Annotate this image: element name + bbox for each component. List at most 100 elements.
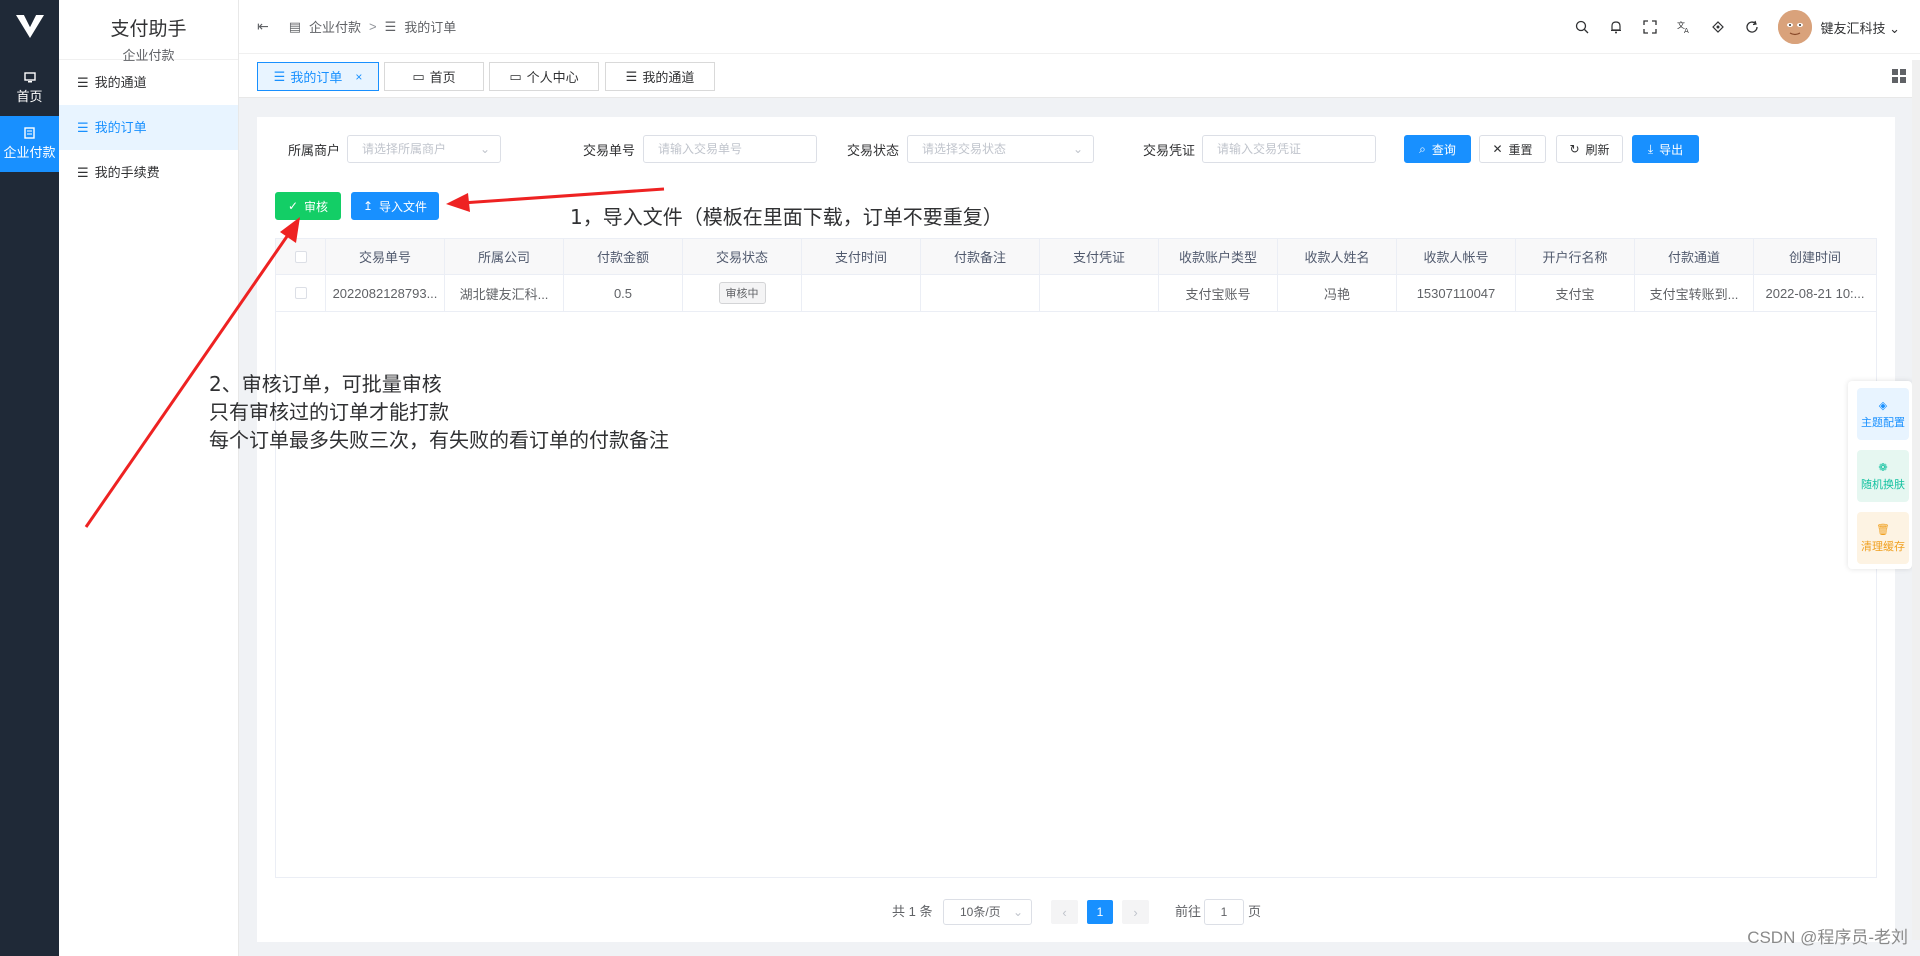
breadcrumb-item-current: 我的订单: [404, 20, 457, 35]
collapse-menu-icon[interactable]: ⇤: [257, 18, 269, 35]
select-all-checkbox[interactable]: [294, 250, 307, 263]
random-skin-button[interactable]: ❁ 随机换肤: [1857, 450, 1909, 502]
theme-config-button[interactable]: ◈ 主题配置: [1857, 388, 1909, 440]
prev-page-button[interactable]: ‹: [1051, 900, 1078, 924]
fullscreen-icon[interactable]: [1642, 19, 1658, 35]
monitor-icon: ▭: [509, 68, 522, 84]
sub-menu-header: 支付助手 企业付款: [59, 0, 238, 63]
audit-button-label: 审核: [304, 199, 329, 214]
tab-profile[interactable]: ▭ 个人中心: [489, 62, 599, 91]
page-scrollbar[interactable]: [1912, 60, 1920, 940]
floating-tools-panel: ◈ 主题配置 ❁ 随机换肤 🗑 清理缓存: [1848, 381, 1912, 569]
page-number-current[interactable]: 1: [1087, 900, 1113, 924]
row-checkbox[interactable]: [294, 287, 307, 299]
cell-pay-time: [802, 275, 921, 311]
main-nav: 首页 企业付款: [0, 0, 59, 956]
refresh-icon[interactable]: [1744, 19, 1760, 35]
status-select[interactable]: 请选择交易状态 ⌄: [907, 135, 1094, 163]
theme-brush-icon[interactable]: [1710, 19, 1726, 35]
check-icon: ✓: [287, 199, 299, 213]
filter-label-merchant: 所属商户: [288, 143, 341, 158]
import-file-button[interactable]: ↥ 导入文件: [351, 192, 439, 220]
audit-button[interactable]: ✓ 审核: [275, 192, 341, 220]
table-row[interactable]: 2022082128793... 湖北键友汇科... 0.5 审核中 支付宝账号…: [276, 275, 1876, 312]
chevron-down-icon: ⌄: [1072, 142, 1083, 156]
top-header: ⇤ ▤ 企业付款 > ☰ 我的订单 文A 键友汇科技 ⌄: [239, 0, 1920, 54]
status-badge: 审核中: [718, 282, 766, 304]
column-header: 收款人姓名: [1278, 239, 1397, 274]
cell-account-type: 支付宝账号: [1159, 275, 1278, 311]
search-icon[interactable]: [1574, 19, 1590, 35]
page-size-select[interactable]: 10条/页 ⌄: [943, 899, 1032, 925]
list-icon: ☰: [625, 68, 638, 84]
cell-voucher: [1040, 275, 1159, 311]
import-button-label: 导入文件: [379, 199, 428, 214]
download-icon: ⤓: [1647, 141, 1654, 156]
upload-icon: ↥: [362, 199, 374, 213]
breadcrumb-item[interactable]: 企业付款: [309, 17, 361, 36]
annotation-audit-note-2: 只有审核过的订单才能打款: [209, 400, 449, 424]
bell-icon[interactable]: [1608, 19, 1624, 35]
grid-icon[interactable]: [1892, 69, 1906, 86]
close-icon[interactable]: ×: [355, 70, 362, 84]
app-logo[interactable]: [0, 0, 59, 52]
annotation-audit-note-1: 2、审核订单，可批量审核: [209, 372, 442, 396]
search-button-label: 查询: [1431, 142, 1456, 157]
cell-payee-name: 冯艳: [1278, 275, 1397, 311]
monitor-icon: ▭: [412, 68, 425, 84]
order-no-input[interactable]: 请输入交易单号: [643, 135, 817, 163]
username-dropdown[interactable]: 键友汇科技 ⌄: [1820, 18, 1900, 37]
goto-page-input[interactable]: 1: [1204, 899, 1244, 925]
sub-item-fees[interactable]: ☰ 我的手续费: [59, 150, 238, 195]
sub-item-channels[interactable]: ☰ 我的通道: [59, 60, 238, 105]
export-button[interactable]: ⤓ 导出: [1632, 135, 1699, 163]
sub-item-orders[interactable]: ☰ 我的订单: [59, 105, 238, 150]
annotation-audit-note-3: 每个订单最多失败三次，有失败的看订单的付款备注: [209, 428, 669, 452]
clear-cache-button[interactable]: 🗑 清理缓存: [1857, 512, 1909, 564]
column-header: 支付凭证: [1040, 239, 1159, 274]
merchant-select[interactable]: 请选择所属商户 ⌄: [347, 135, 501, 163]
next-page-button[interactable]: ›: [1122, 900, 1149, 924]
clear-cache-label: 清理缓存: [1861, 540, 1905, 553]
voucher-input[interactable]: 请输入交易凭证: [1202, 135, 1376, 163]
cell-channel: 支付宝转账到...: [1635, 275, 1754, 311]
merchant-placeholder: 请选择所属商户: [362, 142, 447, 156]
breadcrumb-separator: >: [369, 19, 377, 34]
select-all-cell: [276, 239, 326, 274]
chevron-down-icon: ⌄: [1885, 20, 1900, 36]
list-icon: ☰: [77, 120, 89, 135]
palette-icon: ◈: [1878, 399, 1888, 412]
sub-menu: 支付助手 企业付款 ☰ 我的通道 ☰ 我的订单 ☰ 我的手续费: [59, 0, 239, 956]
reset-button-label: 重置: [1508, 142, 1533, 157]
list-icon: ☰: [77, 75, 89, 90]
watermark: CSDN @程序员-老刘: [1747, 928, 1908, 947]
tab-my-channels[interactable]: ☰ 我的通道: [605, 62, 715, 91]
avatar[interactable]: [1778, 10, 1813, 44]
filter-label-order-no: 交易单号: [583, 143, 636, 158]
nav-item-enterprise-payment[interactable]: 企业付款: [0, 116, 59, 172]
refresh-button[interactable]: ↻ 刷新: [1556, 135, 1623, 163]
theme-config-label: 主题配置: [1861, 416, 1905, 429]
cell-company: 湖北键友汇科...: [445, 275, 564, 311]
goto-suffix: 页: [1248, 904, 1262, 919]
status-placeholder: 请选择交易状态: [922, 142, 1007, 156]
filter-label-status: 交易状态: [847, 143, 900, 158]
trash-icon: 🗑: [1876, 523, 1890, 536]
translate-icon[interactable]: 文A: [1676, 19, 1692, 35]
nav-item-home[interactable]: 首页: [0, 60, 59, 116]
chevron-down-icon: ⌄: [1012, 905, 1023, 919]
column-header: 付款金额: [564, 239, 683, 274]
shuffle-icon: ❁: [1878, 461, 1888, 474]
column-header: 收款人帐号: [1397, 239, 1516, 274]
annotation-import-note: 1，导入文件（模板在里面下载，订单不要重复）: [570, 205, 1003, 229]
tab-home[interactable]: ▭ 首页: [384, 62, 484, 91]
sub-item-label: 我的手续费: [94, 165, 160, 180]
reset-button[interactable]: ✕ 重置: [1479, 135, 1546, 163]
refresh-icon: ↻: [1569, 142, 1580, 156]
search-icon: ⌕: [1419, 141, 1426, 156]
cell-bank-name: 支付宝: [1516, 275, 1635, 311]
tab-label: 我的订单: [290, 70, 343, 85]
search-button[interactable]: ⌕ 查询: [1404, 135, 1471, 163]
list-icon: ☰: [273, 68, 286, 84]
tab-my-orders[interactable]: ☰ 我的订单 ×: [257, 62, 379, 91]
